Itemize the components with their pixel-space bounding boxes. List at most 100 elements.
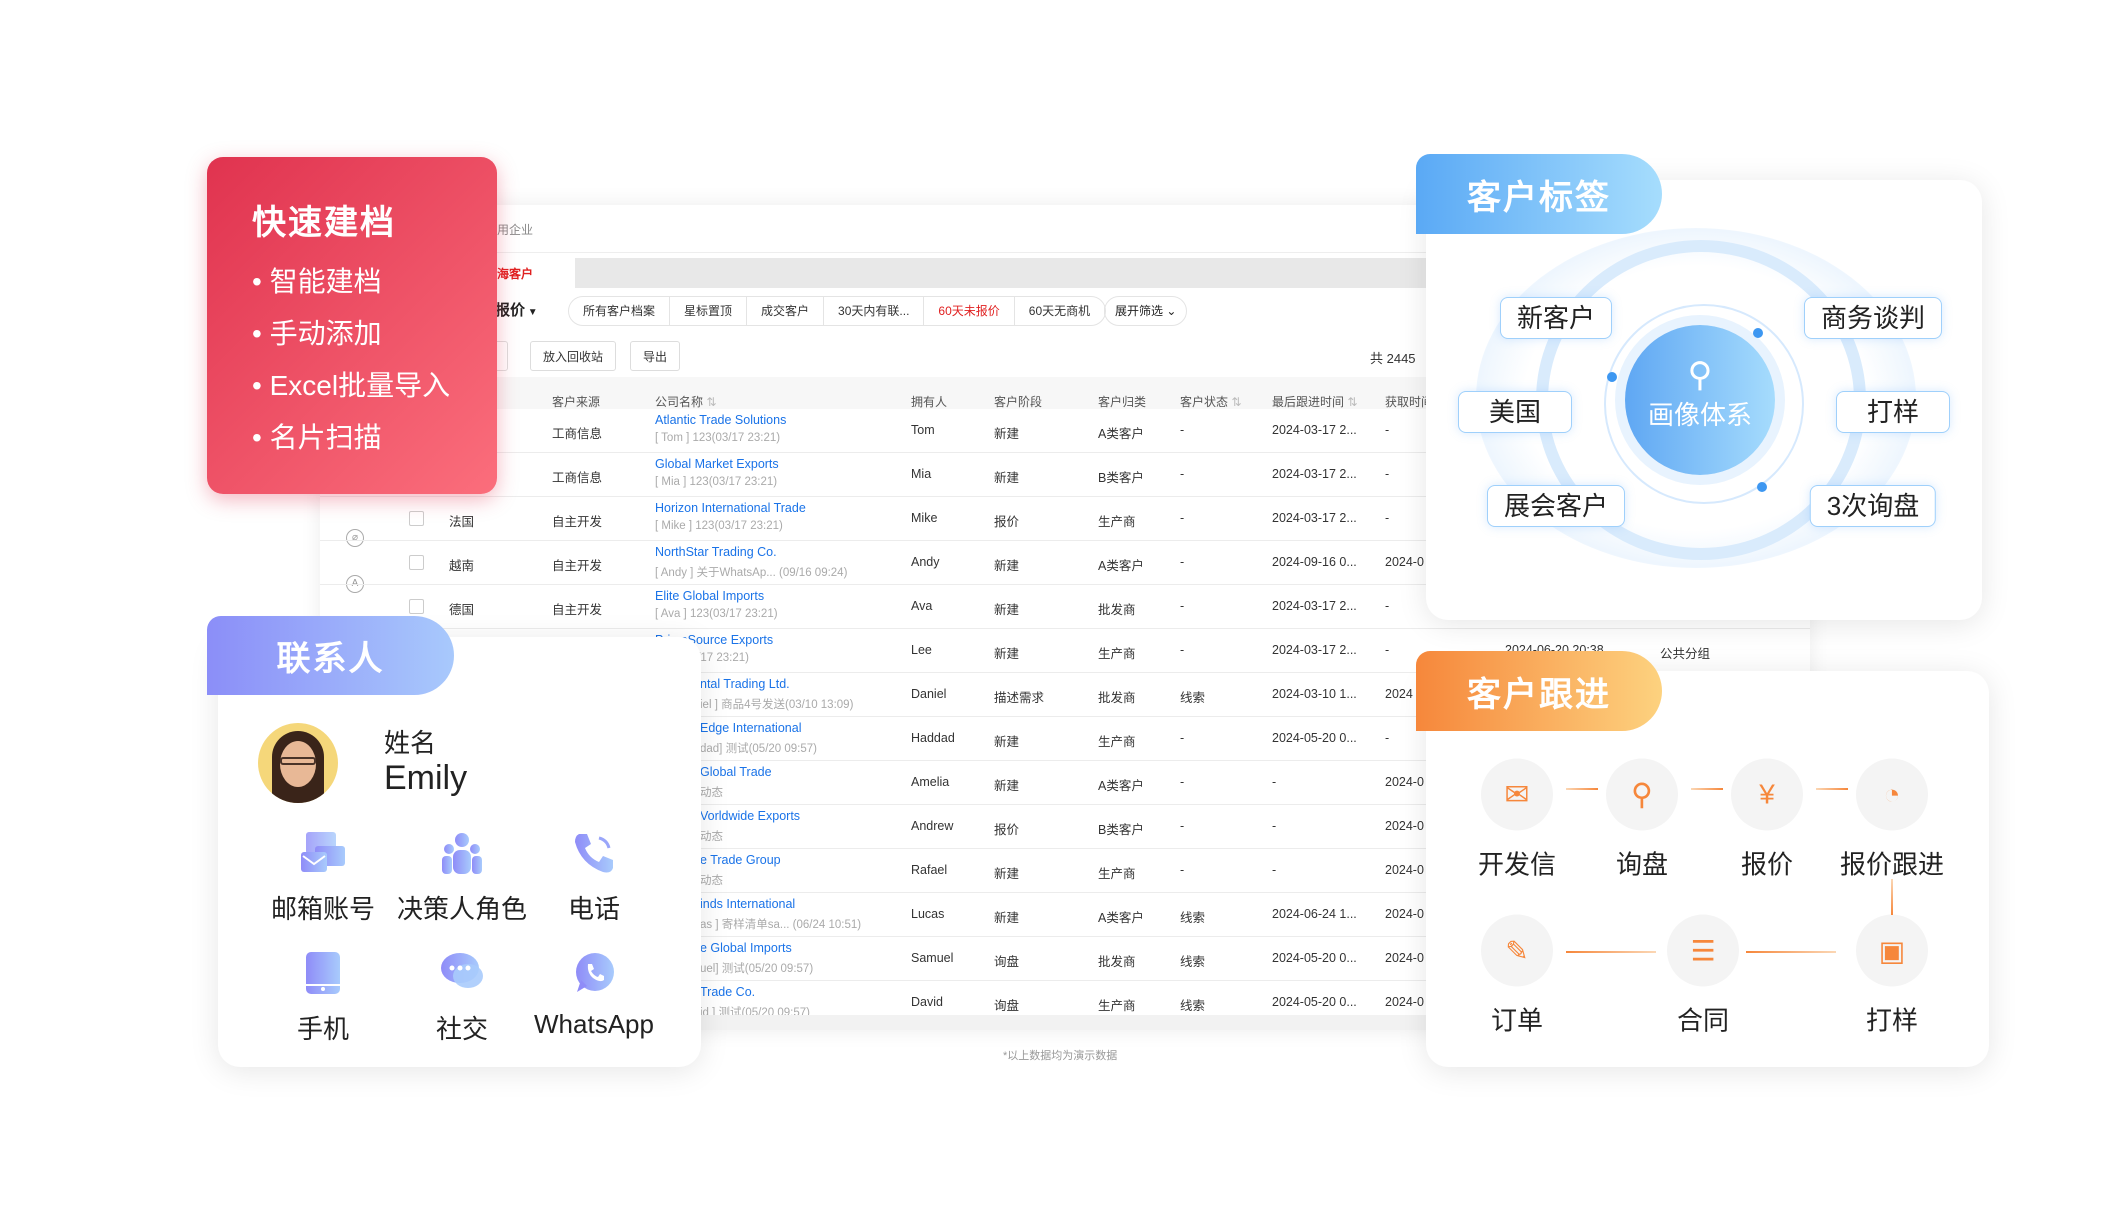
col-owner: 拥有人 xyxy=(911,395,948,409)
filter-chip[interactable]: 60天未报价 xyxy=(924,297,1015,325)
tag-3-inquiries[interactable]: 3次询盘 xyxy=(1809,485,1937,527)
company-latest-activity: as ] 寄样清单sa... (06/24 10:51) xyxy=(700,919,862,931)
cell-stage: 新建 xyxy=(994,735,1020,749)
company-link[interactable]: ntal Trading Ltd. xyxy=(700,677,790,691)
quick-create-item[interactable]: • Excel批量导入 xyxy=(252,364,497,416)
quick-create-item[interactable]: • 手动添加 xyxy=(252,312,497,364)
col-last-follow[interactable]: 最后跟进时间 ⇅ xyxy=(1272,393,1357,410)
filter-chip[interactable]: 60天无商机 xyxy=(1015,297,1106,325)
quick-create-item[interactable]: • 名片扫描 xyxy=(252,416,497,468)
contact-mobile[interactable]: 手机 xyxy=(243,952,403,1046)
cell-category: 批发商 xyxy=(1098,691,1136,705)
item-label: Excel批量导入 xyxy=(269,370,451,401)
persona-label: 画像体系 xyxy=(1647,400,1752,430)
filter-chip[interactable]: 成交客户 xyxy=(747,297,825,325)
col-status[interactable]: 客户状态 ⇅ xyxy=(1180,393,1241,410)
contract-icon: ☰ xyxy=(1690,935,1716,966)
company-latest-activity: [ Mike ] 123(03/17 23:21) xyxy=(655,520,783,532)
cell-stage: 新建 xyxy=(994,779,1020,793)
cell-category: 生产商 xyxy=(1098,515,1136,529)
col-category: 客户归类 xyxy=(1098,395,1147,409)
contact-phone[interactable]: 电话 xyxy=(514,832,674,926)
dot xyxy=(1757,482,1767,492)
cell-last: 2024-09-16 0... xyxy=(1272,555,1357,569)
company-latest-activity: 动态 xyxy=(700,875,723,887)
cell-stage: 询盘 xyxy=(994,999,1020,1013)
company-link[interactable]: Trade Co. xyxy=(700,985,755,999)
item-label: 智能建档 xyxy=(269,266,382,297)
contact-whatsapp[interactable]: WhatsApp xyxy=(514,952,674,1040)
cell-acquired: - xyxy=(1385,599,1390,613)
cell-status: 线索 xyxy=(1180,999,1206,1013)
cell-source: 自主开发 xyxy=(552,603,603,617)
arrow-right-icon xyxy=(1816,788,1848,790)
tag-exhibition[interactable]: 展会客户 xyxy=(1486,485,1626,527)
cell-status: - xyxy=(1180,555,1185,569)
col-company[interactable]: 公司名称 ⇅ xyxy=(655,393,716,410)
step-quote[interactable]: ¥ 报价 xyxy=(1731,758,1803,882)
cell-owner: Lee xyxy=(911,643,932,657)
tag-usa[interactable]: 美国 xyxy=(1457,391,1573,433)
col-source: 客户来源 xyxy=(552,395,601,409)
cell-acquired: 2024-0 xyxy=(1385,863,1424,877)
row-checkbox[interactable] xyxy=(409,511,424,526)
cell-stage: 新建 xyxy=(994,603,1020,617)
step-contract[interactable]: ☰ 合同 xyxy=(1667,914,1739,1038)
cell-owner: Ava xyxy=(911,599,933,613)
item-label: 手动添加 xyxy=(269,318,382,349)
company-latest-activity: [ Ava ] 123(03/17 23:21) xyxy=(655,608,778,620)
cell-category: 生产商 xyxy=(1098,999,1136,1013)
step-quote-followup[interactable]: ◔ 报价跟进 xyxy=(1840,758,1944,882)
phone-icon xyxy=(575,834,613,873)
company-latest-activity: dad] 测试(05/20 09:57) xyxy=(700,743,817,755)
step-sample[interactable]: ▣ 打样 xyxy=(1856,914,1928,1038)
cell-acquired: 2024-0 xyxy=(1385,951,1424,965)
contact-email[interactable]: 邮箱账号 xyxy=(243,832,403,926)
cell-status: 线索 xyxy=(1180,691,1206,705)
company-link[interactable]: Horizon International Trade xyxy=(655,501,806,515)
tag-new-customer[interactable]: 新客户 xyxy=(1499,297,1613,339)
cell-acquired: 2024 xyxy=(1385,687,1413,701)
persona-center[interactable]: ⚲ 画像体系 xyxy=(1625,325,1775,475)
demo-footnote: *以上数据均为演示数据 xyxy=(1003,1050,1118,1062)
cell-stage: 询盘 xyxy=(994,955,1020,969)
total-count: 共 2445 xyxy=(1370,351,1416,366)
step-cold-email[interactable]: ✉ 开发信 xyxy=(1478,758,1556,882)
col-company-label: 公司名称 xyxy=(655,395,704,409)
cell-last: 2024-03-17 2... xyxy=(1272,511,1357,525)
name-label: 姓名 xyxy=(384,728,437,758)
cell-status: 线索 xyxy=(1180,955,1206,969)
cell-owner: David xyxy=(911,995,943,1009)
expand-filter-button[interactable]: 展开筛选 ⌄ xyxy=(1104,296,1188,326)
step-inquiry[interactable]: ⚲ 询盘 xyxy=(1606,758,1678,882)
row-checkbox[interactable] xyxy=(409,555,424,570)
company-link[interactable]: e Global Imports xyxy=(700,941,792,955)
company-link[interactable]: Global Trade xyxy=(700,765,772,779)
row-checkbox[interactable] xyxy=(409,599,424,614)
cell-acquired: - xyxy=(1385,467,1390,481)
caret-down-icon: ▼ xyxy=(525,307,538,318)
filter-chip[interactable]: 所有客户档案 xyxy=(569,297,671,325)
cell-stage: 新建 xyxy=(994,559,1020,573)
company-link[interactable]: Vorldwide Exports xyxy=(700,809,800,823)
recycle-button[interactable]: 放入回收站 xyxy=(530,341,617,371)
cell-stage: 新建 xyxy=(994,911,1020,925)
tag-negotiation[interactable]: 商务谈判 xyxy=(1803,297,1943,339)
company-link[interactable]: e Trade Group xyxy=(700,853,781,867)
cell-status: - xyxy=(1180,731,1185,745)
tag-sample[interactable]: 打样 xyxy=(1835,391,1951,433)
step-order[interactable]: ✎ 订单 xyxy=(1481,914,1553,1038)
company-link[interactable]: NorthStar Trading Co. xyxy=(655,545,777,559)
col-stage: 客户阶段 xyxy=(994,395,1043,409)
quick-create-item[interactable]: • 智能建档 xyxy=(252,260,497,312)
company-link[interactable]: Edge International xyxy=(700,721,801,735)
filter-chip[interactable]: 星标置顶 xyxy=(670,297,748,325)
company-link[interactable]: Global Market Exports xyxy=(655,457,779,471)
export-button[interactable]: 导出 xyxy=(630,341,681,371)
company-link[interactable]: inds International xyxy=(700,897,795,911)
order-icon: ✎ xyxy=(1505,935,1529,966)
company-latest-activity: iel ] 商品4号发送(03/10 13:09) xyxy=(700,699,854,711)
filter-chip[interactable]: 30天内有联... xyxy=(824,297,925,325)
company-link[interactable]: Elite Global Imports xyxy=(655,589,764,603)
company-link[interactable]: Atlantic Trade Solutions xyxy=(655,413,786,427)
